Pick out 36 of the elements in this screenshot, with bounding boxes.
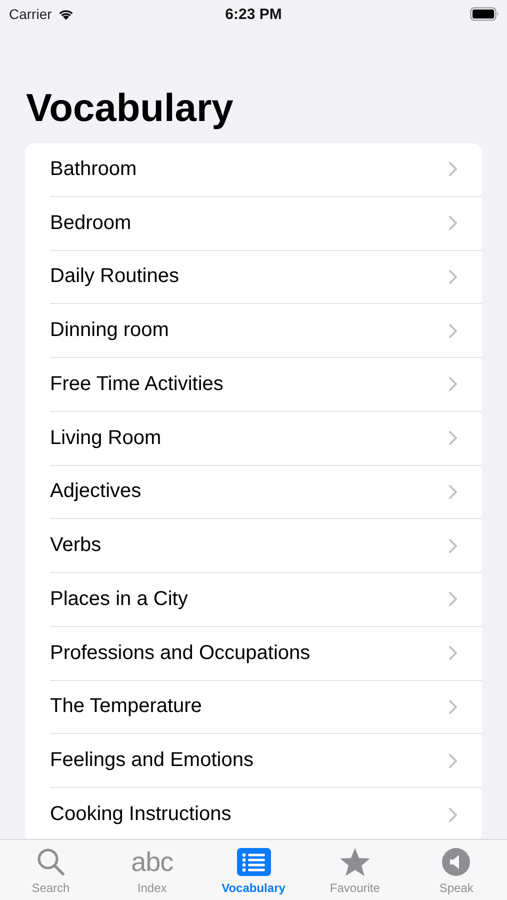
page-title: Vocabulary	[26, 86, 234, 132]
list-icon	[236, 847, 271, 877]
chevron-icon	[449, 700, 457, 714]
chevron-icon	[449, 324, 457, 338]
chevron-icon	[449, 270, 457, 284]
chevron-icon	[449, 592, 457, 606]
chevron-icon	[449, 646, 457, 660]
battery-icon	[470, 7, 500, 21]
list-row[interactable]: Bathroom	[50, 143, 482, 197]
chevron-icon	[449, 216, 457, 230]
chevron-icon	[449, 431, 457, 446]
search-icon	[36, 847, 66, 877]
speaker-icon	[441, 847, 472, 877]
list-row[interactable]: Places in a City	[50, 573, 482, 627]
chevron-icon	[449, 162, 457, 176]
chevron-icon	[449, 484, 457, 499]
list-row[interactable]: Adjectives	[50, 466, 482, 520]
status-time: 6:23 PM	[225, 6, 282, 22]
list-row[interactable]: Professions and Occupations	[50, 626, 482, 680]
chevron-icon	[449, 754, 457, 768]
chevron-icon	[449, 377, 457, 392]
star-icon	[338, 847, 371, 877]
list-row[interactable]: Verbs	[50, 519, 482, 573]
carrier-name: Carrier	[9, 6, 52, 22]
abc-icon: abc	[131, 847, 174, 877]
chevron-icon	[449, 808, 457, 822]
chevron-icon	[449, 538, 457, 553]
list-row[interactable]: Living Room	[50, 412, 482, 466]
list-row[interactable]: Cooking Instructions	[50, 788, 482, 842]
list-row[interactable]: Free Time Activities	[50, 358, 482, 412]
list-row[interactable]: Daily Routines	[50, 250, 482, 304]
list-row[interactable]: Bedroom	[50, 196, 482, 250]
tab[interactable]: Vocabulary	[202, 840, 304, 900]
list-row[interactable]: The Temperature	[50, 680, 482, 734]
list-row[interactable]: Feelings and Emotions	[50, 734, 482, 788]
list-row[interactable]: Dinning room	[50, 304, 482, 358]
